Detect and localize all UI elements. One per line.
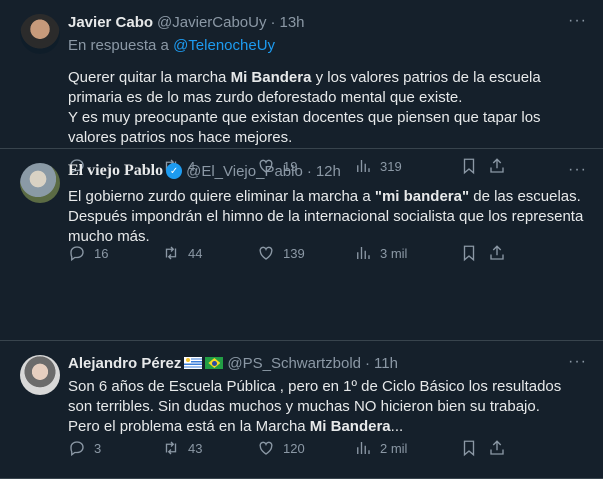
view-count: 2 mil [380, 440, 408, 456]
like-count: 120 [283, 440, 305, 456]
reply-context: En respuesta a @TelenocheUy [68, 36, 587, 56]
tweet-actions: 3 43 120 2 mil [68, 438, 587, 458]
views-button[interactable]: 2 mil [354, 439, 460, 457]
tweet-text-bold: Mi Bandera [230, 69, 312, 86]
avatar[interactable] [20, 355, 60, 395]
tweet-header: Javier Cabo @JavierCaboUy · 13h [68, 12, 587, 32]
tweet-text: Son 6 años de Escuela Pública , pero en … [68, 377, 587, 437]
bookmark-button[interactable] [460, 439, 488, 457]
reply-to-link[interactable]: @TelenocheUy [173, 37, 275, 54]
bookmark-icon [463, 440, 475, 457]
retweet-button[interactable]: 44 [162, 244, 257, 262]
reply-prefix: En respuesta a [68, 37, 169, 54]
tweet-text-segment: El gobierno zurdo quiere eliminar la mar… [68, 188, 375, 205]
separator-dot: · [270, 13, 276, 31]
author-name[interactable]: Javier Cabo [68, 14, 153, 31]
more-options-icon[interactable]: ··· [568, 162, 587, 178]
bookmark-button[interactable] [460, 244, 488, 262]
reply-icon [70, 246, 84, 262]
like-count: 139 [283, 245, 305, 261]
author-name[interactable]: El viejo Pablo [68, 162, 163, 180]
tweet-header: El viejo Pablo ✓ @El_Viejo_Pablo · 12h [68, 161, 587, 181]
verified-badge-icon: ✓ [166, 163, 183, 179]
tweet[interactable]: El viejo Pablo ✓ @El_Viejo_Pablo · 12h ·… [0, 149, 603, 341]
uruguay-flag-icon [184, 357, 203, 369]
more-options-icon[interactable]: ··· [568, 13, 587, 29]
timestamp[interactable]: 12h [316, 163, 341, 180]
retweet-count: 43 [188, 440, 203, 456]
like-button[interactable]: 120 [257, 439, 354, 457]
tweet-text: El gobierno zurdo quiere eliminar la mar… [68, 187, 587, 247]
reply-count: 3 [94, 440, 102, 456]
tweet[interactable]: Javier Cabo @JavierCaboUy · 13h ··· En r… [0, 0, 603, 175]
author-handle[interactable]: @PS_Schwartzbold [227, 355, 361, 372]
author-name[interactable]: Alejandro Pérez [68, 355, 181, 372]
author-handle[interactable]: @JavierCaboUy [157, 14, 266, 31]
reply-count: 16 [94, 245, 109, 261]
author-handle[interactable]: @El_Viejo_Pablo [186, 163, 303, 180]
tweet-actions: 16 44 139 3 mil [68, 243, 587, 263]
more-options-icon[interactable]: ··· [568, 354, 587, 370]
analytics-icon [357, 442, 370, 454]
share-icon [490, 440, 504, 455]
share-button[interactable] [488, 244, 506, 262]
retweet-button[interactable]: 43 [162, 439, 257, 457]
tweet-text-segment: ... [390, 418, 404, 435]
heart-icon [259, 441, 273, 455]
timestamp[interactable]: 11h [374, 355, 398, 372]
timestamp[interactable]: 13h [279, 14, 304, 31]
like-button[interactable]: 139 [257, 244, 354, 262]
retweet-icon [165, 441, 177, 455]
views-button[interactable]: 3 mil [354, 244, 460, 262]
tweet[interactable]: Alejandro Pérez @PS_Schwartzbold · 11h ·… [0, 341, 603, 479]
avatar[interactable] [20, 14, 60, 54]
avatar[interactable] [20, 163, 60, 203]
tweet-text-segment: Querer quitar la marcha [68, 69, 231, 86]
share-button[interactable] [488, 439, 506, 457]
heart-icon [259, 246, 273, 260]
tweet-text-bold: "mi bandera" [374, 188, 470, 205]
separator-dot: · [306, 162, 312, 180]
tweet-text-bold: Mi Bandera [309, 418, 391, 435]
retweet-icon [165, 246, 177, 260]
view-count: 3 mil [380, 245, 408, 261]
analytics-icon [357, 247, 370, 259]
reply-button[interactable]: 3 [68, 439, 162, 457]
retweet-count: 44 [188, 245, 203, 261]
reply-icon [70, 441, 84, 457]
bookmark-icon [463, 245, 475, 262]
timeline: Javier Cabo @JavierCaboUy · 13h ··· En r… [0, 0, 603, 479]
share-icon [490, 245, 504, 260]
reply-button[interactable]: 16 [68, 244, 162, 262]
tweet-text: Querer quitar la marcha Mi Bandera y los… [68, 68, 587, 148]
separator-dot: · [365, 354, 370, 372]
tweet-header: Alejandro Pérez @PS_Schwartzbold · 11h [68, 353, 587, 373]
brazil-flag-icon [205, 357, 224, 369]
